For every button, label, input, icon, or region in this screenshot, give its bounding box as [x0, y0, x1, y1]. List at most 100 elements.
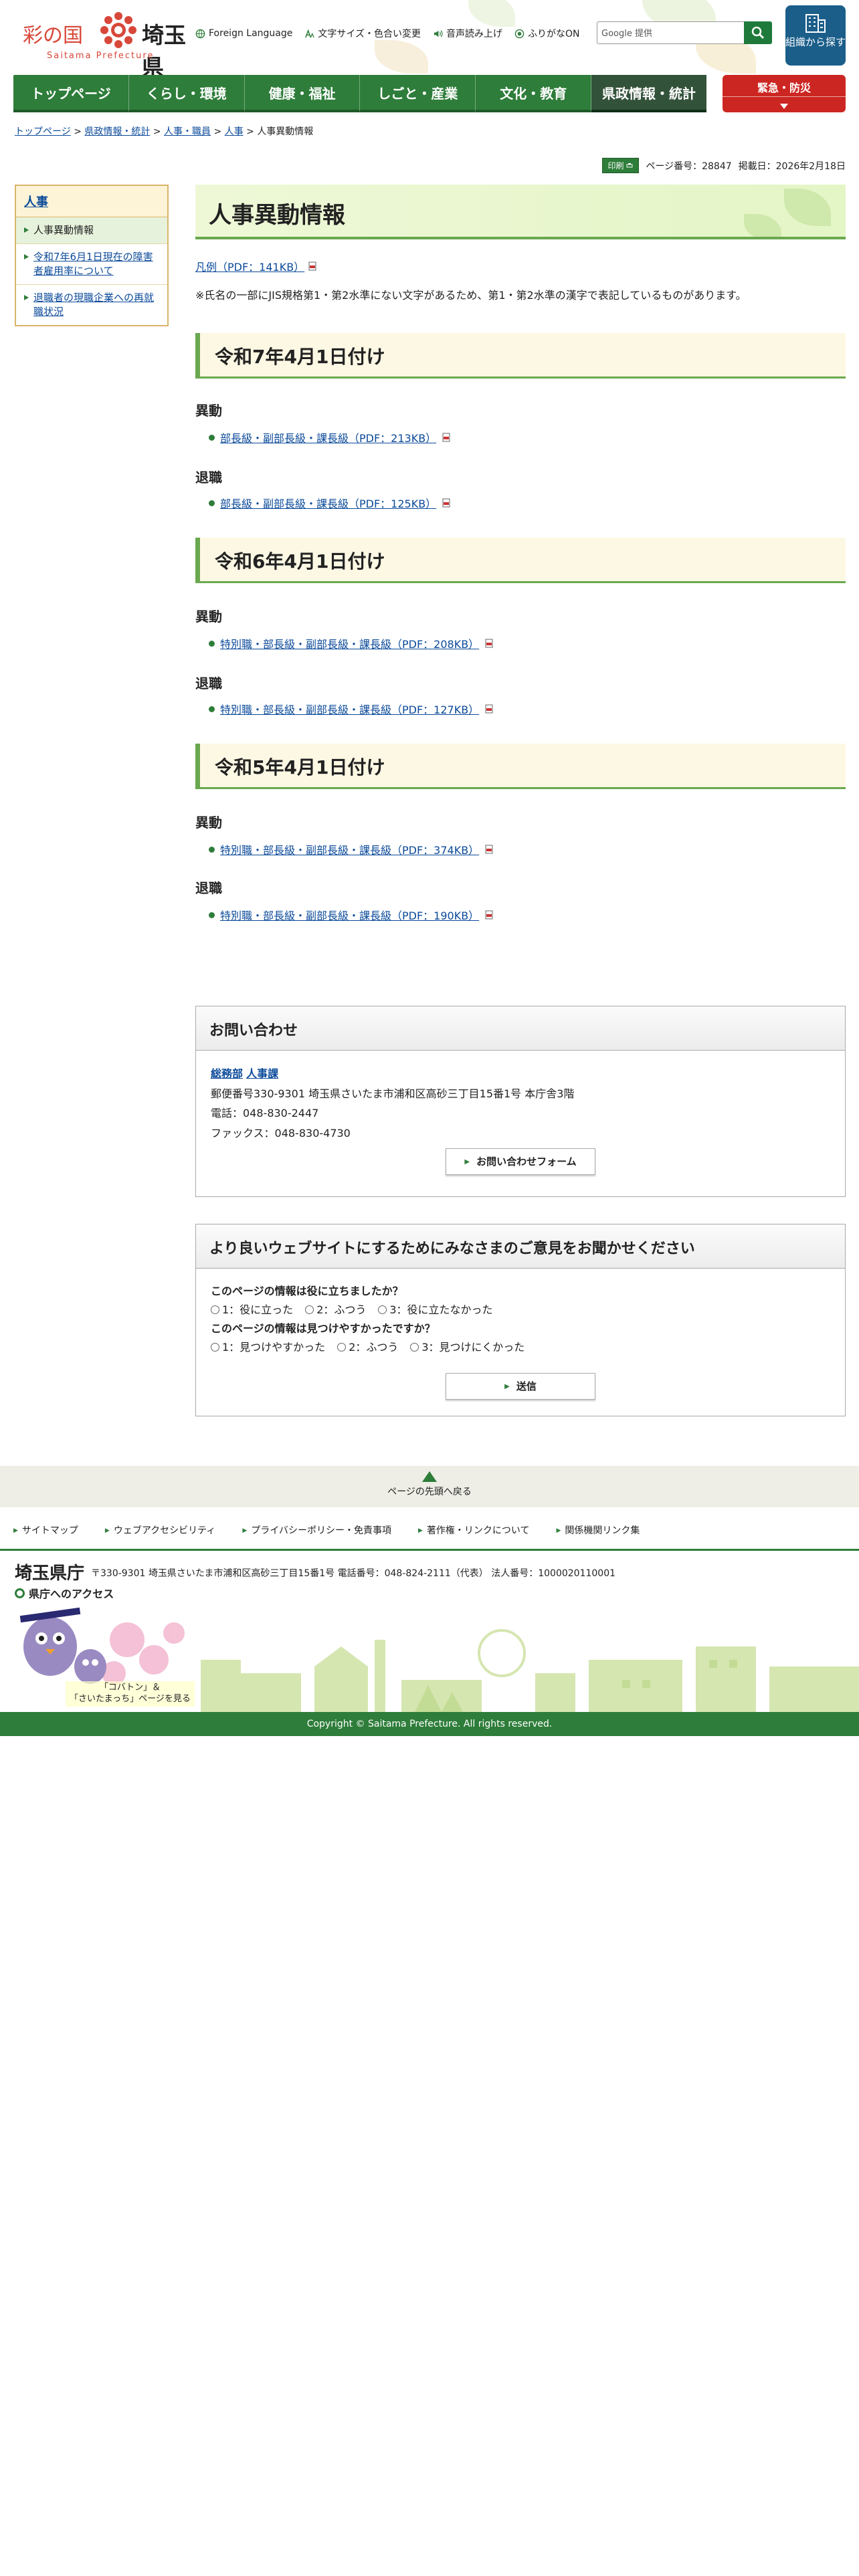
pdf-link[interactable]: 特別職・部長級・副部長級・課長級（PDF：208KB） [220, 635, 479, 651]
decorative-leaf [784, 189, 831, 226]
nav-item-government[interactable]: 県政情報・統計 [591, 75, 706, 112]
breadcrumb-top[interactable]: トップページ [15, 126, 71, 137]
text-size-link[interactable]: 文字サイズ・色合い変更 [304, 27, 421, 40]
pdf-link[interactable]: 特別職・部長級・副部長級・課長級（PDF：127KB） [220, 701, 479, 717]
nav-item-living[interactable]: くらし・環境 [128, 75, 245, 112]
sidebar-item-employment-rate[interactable]: 令和7年6月1日現在の障害者雇用率について [16, 244, 167, 285]
bullet-icon [209, 911, 215, 918]
breadcrumb-personnel-staff[interactable]: 人事・職員 [164, 126, 211, 137]
footer-link-related[interactable]: 関係機関リンク集 [556, 1523, 640, 1537]
global-nav: トップページ くらし・環境 健康・福祉 しごと・産業 文化・教育 県政情報・統計 [13, 75, 706, 112]
bullet-icon [209, 846, 215, 853]
list-item: 特別職・部長級・副部長級・課長級（PDF：208KB） [209, 635, 494, 651]
logo-left-text: 彩の国 [23, 24, 83, 47]
foreign-language-link[interactable]: Foreign Language [195, 27, 292, 40]
pdf-link[interactable]: 部長級・副部長級・課長級（PDF：213KB） [220, 429, 436, 445]
site-search: Google 提供 [597, 21, 772, 44]
footer-link-privacy[interactable]: プライバシーポリシー・免責事項 [242, 1523, 391, 1537]
circle-arrow-icon [15, 1588, 25, 1598]
feedback-submit-button[interactable]: 送信 [446, 1373, 595, 1400]
mascot-kobaton-icon [19, 1607, 81, 1676]
contact-dept-link[interactable]: 総務部 [211, 1067, 243, 1080]
nav-item-work[interactable]: しごと・産業 [360, 75, 476, 112]
footer-link-accessibility[interactable]: ウェブアクセシビリティ [105, 1523, 215, 1537]
nav-item-top[interactable]: トップページ [13, 75, 129, 112]
group-heading-retirement: 退職 [195, 469, 222, 486]
sidebar: 人事 人事異動情報 令和7年6月1日現在の障害者雇用率について 退職者の現職企業… [15, 185, 169, 326]
group-heading-transfer: 異動 [195, 815, 222, 831]
footer-link-sitemap[interactable]: サイトマップ [13, 1523, 78, 1537]
footer-link-copyright[interactable]: 著作権・リンクについて [418, 1523, 530, 1537]
site-logo[interactable]: 彩の国 埼玉県 Saitama Prefecture [20, 9, 194, 75]
sidebar-heading[interactable]: 人事 [16, 186, 167, 217]
footer-illustration: 「コバトン」＆ 「さいたまっち」ページを見る [0, 1600, 859, 1712]
section-heading-r6: 令和6年4月1日付け [195, 538, 846, 583]
notice-text: ※氏名の一部にJIS規格第1・第2水準にない文字があるため、第1・第2水準の漢字… [195, 289, 747, 302]
sidebar-item-personnel-changes[interactable]: 人事異動情報 [16, 217, 167, 244]
feedback-box: より良いウェブサイトにするためにみなさまのご意見をお聞かせください このページの… [195, 1224, 846, 1416]
group-heading-retirement: 退職 [195, 880, 222, 896]
speaker-icon [434, 29, 443, 37]
breadcrumb-personnel[interactable]: 人事 [225, 126, 244, 137]
bullet-icon [209, 434, 215, 441]
contact-heading: お問い合わせ [196, 1006, 845, 1051]
search-icon [751, 26, 765, 39]
arrow-up-icon [422, 1471, 437, 1482]
furigana-link[interactable]: ふりがなON [514, 27, 579, 40]
contact-section-link[interactable]: 人事課 [246, 1067, 278, 1080]
print-button[interactable]: 印刷 [601, 158, 640, 173]
access-link[interactable]: 県庁へのアクセス [15, 1585, 114, 1601]
globe-icon [195, 29, 205, 38]
radio-q1-normal[interactable]: 2：ふつう [305, 1301, 366, 1319]
publish-date: 掲載日：2026年2月18日 [738, 160, 846, 172]
feedback-body: このページの情報は役に立ちましたか？ 1：役に立った 2：ふつう 3：役に立たな… [196, 1269, 845, 1413]
legend-link[interactable]: 凡例（PDF：141KB） [195, 261, 304, 274]
list-item: 特別職・部長級・副部長級・課長級（PDF：127KB） [209, 701, 494, 717]
contact-address: 郵便番号330-9301 埼玉県さいたま市浦和区高砂三丁目15番1号 本庁舎3階 [211, 1087, 575, 1100]
logo-right-text: 埼玉県 [142, 22, 186, 75]
search-input[interactable]: Google 提供 [597, 21, 744, 44]
list-item: 特別職・部長級・副部長級・課長級（PDF：374KB） [209, 841, 494, 857]
section-heading-r5: 令和5年4月1日付け [195, 744, 846, 789]
org-search-button[interactable]: 組織から探す [785, 5, 846, 66]
pdf-icon [442, 433, 450, 442]
radio-q2-easy[interactable]: 1：見つけやすかった [211, 1338, 325, 1357]
speech-link[interactable]: 音声読み上げ [433, 27, 502, 40]
group-heading-retirement: 退職 [195, 675, 222, 691]
sidebar-item-reemployment[interactable]: 退職者の現職企業への再就職状況 [16, 285, 167, 325]
pdf-link[interactable]: 部長級・副部長級・課長級（PDF：125KB） [220, 495, 436, 511]
feedback-question-2: このページの情報は見つけやすかったですか？ [211, 1322, 436, 1335]
saitama-emblem-icon [100, 12, 136, 48]
radio-q1-useful[interactable]: 1：役に立った [211, 1301, 293, 1319]
bullet-icon [209, 706, 215, 712]
pdf-link[interactable]: 特別職・部長級・副部長級・課長級（PDF：190KB） [220, 907, 479, 923]
search-button[interactable] [744, 21, 772, 44]
bullet-icon [209, 640, 215, 647]
radio-q2-hard[interactable]: 3：見つけにくかった [410, 1338, 524, 1357]
pdf-link[interactable]: 特別職・部長級・副部長級・課長級（PDF：374KB） [220, 841, 479, 857]
breadcrumb: トップページ > 県政情報・統計 > 人事・職員 > 人事 > 人事異動情報 [15, 126, 314, 137]
page-top-button[interactable]: ページの先頭へ戻る [0, 1466, 859, 1507]
decorative-leaf [468, 0, 515, 27]
text-size-icon [305, 29, 314, 37]
footer-pref-name: 埼玉県庁 [15, 1564, 85, 1584]
radio-q2-normal[interactable]: 2：ふつう [337, 1338, 398, 1357]
page-title: 人事異動情報 [209, 202, 345, 229]
nav-item-health[interactable]: 健康・福祉 [244, 75, 361, 112]
contact-tel: 電話：048-830-2447 [211, 1107, 319, 1120]
radio-q1-not-useful[interactable]: 3：役に立たなかった [378, 1301, 493, 1319]
emergency-button[interactable]: 緊急・防災 [723, 75, 846, 112]
pdf-icon [308, 261, 316, 271]
chevron-down-icon [723, 96, 846, 112]
feedback-options-1: 1：役に立った 2：ふつう 3：役に立たなかった [211, 1301, 830, 1319]
nav-item-culture[interactable]: 文化・教育 [476, 75, 592, 112]
contact-form-button[interactable]: お問い合わせフォーム [446, 1148, 595, 1176]
legend-link-row: 凡例（PDF：141KB） [195, 258, 317, 274]
list-item: 部長級・副部長級・課長級（PDF：125KB） [209, 495, 451, 511]
main-content: 人事異動情報 凡例（PDF：141KB） ※氏名の一部にJIS規格第1・第2水準… [195, 185, 846, 1416]
footer-divider [0, 1549, 859, 1551]
mascot-page-link[interactable]: 「コバトン」＆ 「さいたまっち」ページを見る [66, 1681, 195, 1707]
feedback-question-1: このページの情報は役に立ちましたか？ [211, 1285, 403, 1297]
decorative-leaf [744, 214, 781, 237]
breadcrumb-government[interactable]: 県政情報・統計 [84, 126, 150, 137]
